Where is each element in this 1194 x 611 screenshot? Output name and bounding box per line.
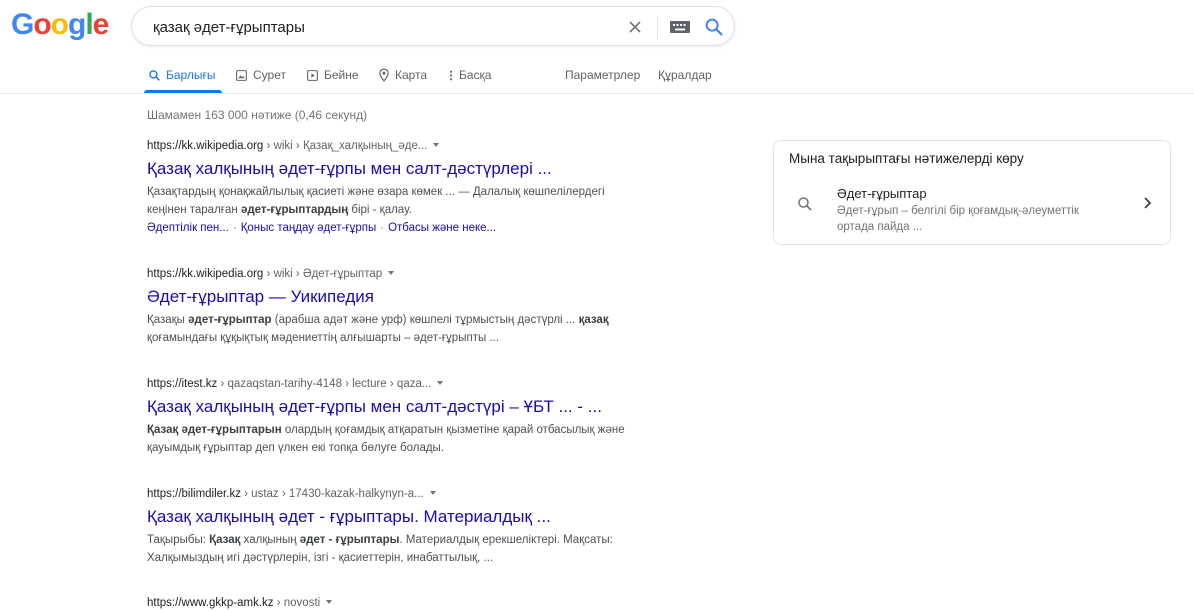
- snippet-text: олардың қоғамдық атқаратын қызметіне қар…: [281, 424, 625, 436]
- sitelink-separator: ·: [380, 222, 385, 234]
- result-domain: https://kk.wikipedia.org: [147, 268, 264, 280]
- result-title[interactable]: Қазақ халқының әдет - ғұрыптары. Материа…: [147, 506, 677, 528]
- caret-down-icon[interactable]: [429, 491, 436, 495]
- tab-label: Карта: [395, 68, 428, 82]
- result-title[interactable]: Қазақ халқының әдет-ғұрпы мен салт-дәстү…: [147, 396, 677, 418]
- tab-images[interactable]: Сурет: [235, 68, 286, 82]
- result-domain: https://itest.kz: [147, 378, 218, 390]
- google-logo[interactable]: Google: [11, 8, 110, 41]
- tab-label: Параметрлер: [565, 68, 641, 82]
- logo-letter: o: [50, 8, 69, 41]
- result-sitelinks: Әдептілік пен... · Қоныс таңдау әдет-ғұрпы…: [147, 220, 677, 236]
- search-divider: [657, 16, 658, 38]
- sitelink[interactable]: Отбасы және неке...: [388, 222, 496, 234]
- snippet-highlight: Қазақ: [209, 534, 241, 546]
- tab-label: Барлығы: [166, 68, 216, 82]
- header-divider: [0, 93, 1194, 94]
- search-result: https://www.gkkp-amk.kz › novosti: [147, 595, 677, 611]
- tab-all[interactable]: Барлығы: [148, 68, 215, 82]
- result-path: › qazaqstan-tarihy-4148 › lecture › qaza…: [217, 378, 432, 390]
- snippet-text: халқының: [240, 534, 300, 546]
- tab-settings[interactable]: Параметрлер: [565, 68, 640, 82]
- result-title[interactable]: Әдет-ғұрыптар — Уикипедия: [147, 286, 677, 308]
- caret-down-icon[interactable]: [437, 381, 444, 385]
- search-input[interactable]: [153, 16, 593, 38]
- result-domain: https://www.gkkp-amk.kz: [147, 597, 274, 609]
- map-pin-icon: [379, 68, 389, 82]
- result-title[interactable]: Қазақ халқының әдет-ғұрпы мен салт-дәстү…: [147, 158, 677, 180]
- related-topic-desc: Әдет-ғұрып – белгілі бір қоғамдық-әлеуме…: [837, 205, 1080, 233]
- close-icon[interactable]: [625, 17, 645, 37]
- snippet-text: . Материалдық ерекшеліктері. Мақсаты:: [399, 534, 613, 546]
- snippet-highlight: әдет - ғұрыптары: [299, 534, 400, 546]
- snippet-text: Тақырыбы:: [147, 534, 210, 546]
- snippet-text: Халқымыздың игі дәстүрлерін, ізгі - қаси…: [147, 552, 494, 564]
- tab-maps[interactable]: Карта: [378, 68, 427, 82]
- image-icon: [236, 69, 247, 81]
- snippet-text: (арабша адәт және урф) көшпелі тұрмыстың…: [271, 314, 579, 326]
- caret-down-icon[interactable]: [326, 600, 333, 604]
- tab-label: Құралдар: [658, 68, 712, 82]
- snippet-text: қоғамындағы құқықтық мәдениеттің алғышар…: [147, 332, 500, 344]
- search-icon[interactable]: [703, 16, 725, 38]
- logo-letter: G: [11, 8, 34, 41]
- sitelink[interactable]: Қоныс таңдау әдет-ғұрпы: [241, 222, 377, 234]
- search-icon: [798, 197, 812, 211]
- caret-down-icon[interactable]: [433, 143, 440, 147]
- chevron-right-icon: [1144, 197, 1152, 209]
- result-url[interactable]: https://www.gkkp-amk.kz › novosti: [147, 595, 677, 611]
- sitelink[interactable]: Әдептілік пен...: [147, 222, 229, 234]
- snippet-highlight: әдет-ғұрыптардың: [240, 204, 349, 216]
- result-snippet: Қазақтардың қонақжайлылық қасиеті және ө…: [147, 183, 677, 219]
- snippet-text: кеңінен таралған: [147, 204, 241, 216]
- related-topic-title: Әдет-ғұрыптар: [837, 186, 927, 201]
- tab-label: Бейне: [324, 68, 359, 82]
- search-result: https://itest.kz › qazaqstan-tarihy-4148…: [147, 376, 677, 457]
- snippet-text: Қазақтардың қонақжайлылық қасиеті және ө…: [147, 186, 605, 198]
- result-path: › wiki › Әдет-ғұрыптар: [263, 268, 383, 280]
- result-domain: https://bilimdiler.kz: [147, 488, 241, 500]
- result-url[interactable]: https://kk.wikipedia.org › wiki › Әдет-ғ…: [147, 266, 677, 282]
- tab-label: Басқа: [459, 68, 492, 82]
- keyboard-icon[interactable]: [669, 19, 691, 35]
- result-path: › ustaz › 17430-kazak-halkynyn-a...: [240, 488, 424, 500]
- tab-tools[interactable]: Құралдар: [658, 68, 712, 82]
- more-vert-icon: [449, 70, 453, 80]
- related-topics-panel: Мына тақырыптағы нәтижелерді көру Әдет-ғ…: [773, 140, 1171, 245]
- snippet-highlight: әдет-ғұрыптар: [188, 314, 272, 326]
- video-icon: [307, 69, 318, 81]
- search-result: https://bilimdiler.kz › ustaz › 17430-ka…: [147, 486, 677, 567]
- caret-down-icon[interactable]: [388, 271, 395, 275]
- result-path: › wiki › Қазақ_халқының_әде...: [263, 140, 428, 152]
- snippet-text: қауымдық ғұрыптар деп үлкен екі топқа бө…: [147, 442, 445, 454]
- search-result: https://kk.wikipedia.org › wiki › Әдет-ғ…: [147, 266, 677, 347]
- result-url[interactable]: https://itest.kz › qazaqstan-tarihy-4148…: [147, 376, 677, 392]
- snippet-text: бірі - қалау.: [348, 204, 412, 216]
- tab-more[interactable]: Басқа: [448, 68, 491, 82]
- snippet-text: Қазақы: [147, 314, 189, 326]
- panel-title: Мына тақырыптағы нәтижелерді көру: [789, 151, 1024, 166]
- tab-label: Сурет: [253, 68, 286, 82]
- logo-letter: g: [68, 8, 86, 41]
- related-topic-item[interactable]: Әдет-ғұрыптар Әдет-ғұрып – белгілі бір қ…: [774, 183, 1170, 239]
- search-icon: [149, 69, 160, 81]
- result-url[interactable]: https://kk.wikipedia.org › wiki › Қазақ_…: [147, 138, 677, 154]
- search-box: [131, 6, 735, 46]
- logo-letter: l: [85, 8, 93, 41]
- result-snippet: Қазақ әдет-ғұрыптарын олардың қоғамдық а…: [147, 421, 677, 457]
- result-stats: Шамамен 163 000 нәтиже (0,46 секунд): [147, 108, 368, 122]
- result-snippet: Тақырыбы: Қазақ халқының әдет - ғұрыптар…: [147, 531, 677, 567]
- result-path: › novosti: [273, 597, 321, 609]
- snippet-highlight: қазақ: [578, 314, 609, 326]
- tab-videos[interactable]: Бейне: [306, 68, 359, 82]
- logo-letter: o: [33, 8, 51, 41]
- result-url[interactable]: https://bilimdiler.kz › ustaz › 17430-ka…: [147, 486, 677, 502]
- snippet-highlight: Қазақ әдет-ғұрыптарын: [147, 424, 282, 436]
- result-domain: https://kk.wikipedia.org: [147, 140, 264, 152]
- sitelink-separator: ·: [232, 222, 237, 234]
- search-result: https://kk.wikipedia.org › wiki › Қазақ_…: [147, 138, 677, 236]
- result-snippet: Қазақы әдет-ғұрыптар (арабша адәт және у…: [147, 311, 677, 347]
- logo-letter: e: [92, 8, 110, 41]
